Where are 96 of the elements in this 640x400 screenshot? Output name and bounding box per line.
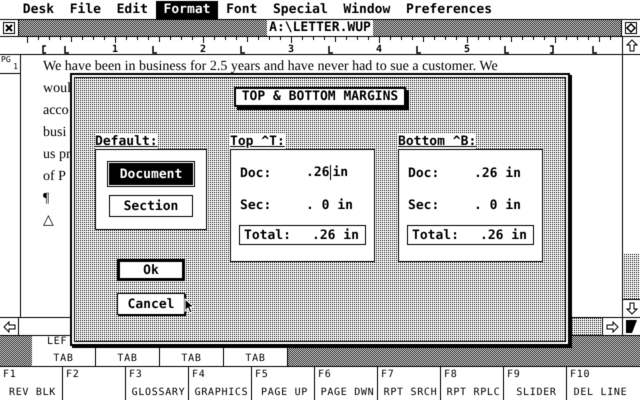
ruler-number: 4 xyxy=(376,44,382,54)
function-key[interactable]: F2 xyxy=(63,367,126,400)
margin-value[interactable]: .26 in xyxy=(306,165,348,181)
scroll-thumb[interactable] xyxy=(623,254,640,299)
document-text-line: us pr xyxy=(43,146,71,164)
function-key-label: PAGE DWN xyxy=(320,387,376,398)
size-box-icon[interactable] xyxy=(626,320,637,333)
section-label: Top ^T: xyxy=(230,134,285,149)
page-number: 1 xyxy=(13,62,18,71)
option-button[interactable]: Section xyxy=(109,195,193,217)
function-key[interactable]: F4 GRAPHICS xyxy=(189,367,252,400)
document-text-line: acco xyxy=(43,102,69,120)
document-text-line: of P xyxy=(43,168,66,186)
function-key-number: F2 xyxy=(66,369,80,380)
close-icon[interactable] xyxy=(3,22,15,34)
tab-key-label: TAB xyxy=(181,352,202,366)
ruler-number: 5 xyxy=(464,44,470,54)
document-text-line: busi xyxy=(43,124,66,142)
cancel-button[interactable]: Cancel xyxy=(117,293,185,315)
margin-value[interactable]: . 0 in xyxy=(474,198,521,212)
page-label: PG xyxy=(1,55,11,64)
section-label: Bottom ^B: xyxy=(398,134,476,149)
field-label: Sec: xyxy=(240,198,272,212)
function-key-number: F3 xyxy=(129,369,144,380)
tab-key-label: TAB xyxy=(117,352,138,366)
right-margin-icon[interactable] xyxy=(550,45,554,54)
left-margin-icon[interactable] xyxy=(42,45,46,54)
dialog-title: TOP & BOTTOM MARGINS xyxy=(234,87,406,107)
function-key[interactable]: F3 GLOSSARY xyxy=(126,367,189,400)
mouse-pointer-icon xyxy=(184,298,194,314)
scroll-down-arrow-icon[interactable] xyxy=(626,302,638,315)
function-key-number: F10 xyxy=(570,369,592,380)
tab-stop-icon[interactable] xyxy=(328,46,333,54)
document-text-line: ¶ xyxy=(43,190,50,208)
field-label: Total: xyxy=(244,228,292,242)
ruler-number: 1 xyxy=(112,44,118,54)
margin-value[interactable]: .26 in xyxy=(474,166,521,180)
document-text-line: We have been in business for 2.5 years and have never had to sue a customer. We xyxy=(43,58,498,76)
menu-item[interactable]: Edit xyxy=(108,0,156,18)
menu-item[interactable]: Font xyxy=(218,0,266,18)
function-key[interactable]: F8 RPT RPLC xyxy=(441,367,504,400)
function-key-label: RPT SRCH xyxy=(382,387,438,398)
function-key-label: GLOSSARY xyxy=(130,387,186,398)
document-text-line: woul xyxy=(43,80,71,98)
function-key-number: F1 xyxy=(3,369,18,380)
scroll-left-arrow-icon[interactable] xyxy=(2,320,16,332)
function-key-label: PAGE UP xyxy=(260,387,310,398)
function-key-number: F4 xyxy=(192,369,206,380)
field-label: Doc: xyxy=(408,166,440,180)
menu-item[interactable]: Desk xyxy=(15,0,62,18)
fuller-icon[interactable] xyxy=(625,22,637,34)
menu-item[interactable]: File xyxy=(62,0,109,18)
function-key[interactable]: F1 REV BLK xyxy=(0,367,63,400)
option-button[interactable]: Document xyxy=(109,163,193,185)
function-key[interactable]: F7 RPT SRCH xyxy=(378,367,441,400)
total-value: .26 in xyxy=(480,228,527,242)
field-label: Doc: xyxy=(240,166,272,180)
tab-key-caption: LEF xyxy=(47,336,68,347)
function-key-number: F5 xyxy=(255,369,270,380)
function-key[interactable]: F5 PAGE UP xyxy=(252,367,315,400)
field-label: Total: xyxy=(412,228,460,242)
field-label: Sec: xyxy=(408,198,440,212)
function-key-label: GRAPHICS xyxy=(194,387,250,398)
function-key[interactable]: F9 SLIDER xyxy=(504,367,567,400)
function-key-number: F8 xyxy=(444,369,458,380)
total-value: .26 in xyxy=(312,228,359,242)
function-key-label: RPT RPLC xyxy=(446,387,502,398)
tab-stop-icon[interactable] xyxy=(152,46,157,54)
tab-key-label: TAB xyxy=(53,352,74,366)
function-key-number: F7 xyxy=(381,369,396,380)
function-key[interactable]: F6 PAGE DWN xyxy=(315,367,378,400)
function-key-label: SLIDER xyxy=(515,387,558,398)
function-key-number: F9 xyxy=(507,369,522,380)
scroll-up-arrow-icon[interactable] xyxy=(626,39,638,52)
tab-stop-icon[interactable] xyxy=(504,46,509,54)
function-key[interactable]: F10 DEL LINE xyxy=(567,367,631,400)
section-label: Default: xyxy=(95,134,158,149)
window-title: A:\LETTER.WUP xyxy=(267,20,373,36)
ok-button[interactable]: Ok xyxy=(117,259,185,281)
tab-stop-icon[interactable] xyxy=(416,46,421,54)
menu-item[interactable]: Format xyxy=(156,0,218,18)
function-key-label: REV BLK xyxy=(8,387,58,398)
menu-item[interactable]: Preferences xyxy=(398,0,500,18)
menu-item[interactable]: Special xyxy=(265,0,336,18)
margin-value[interactable]: . 0 in xyxy=(306,198,353,212)
function-key-number: F6 xyxy=(318,369,332,380)
tab-key-label: TAB xyxy=(245,352,266,366)
document-text-line: △ xyxy=(43,212,54,230)
tab-stop-icon[interactable] xyxy=(64,46,69,54)
tab-stop-icon[interactable] xyxy=(240,46,245,54)
ruler-number: 3 xyxy=(288,44,294,54)
ruler-number: 2 xyxy=(200,44,206,54)
scroll-right-arrow-icon[interactable] xyxy=(606,320,619,332)
tab-stop-icon[interactable] xyxy=(592,46,597,54)
function-key-label: DEL LINE xyxy=(572,387,628,398)
menu-item[interactable]: Window xyxy=(336,0,398,18)
